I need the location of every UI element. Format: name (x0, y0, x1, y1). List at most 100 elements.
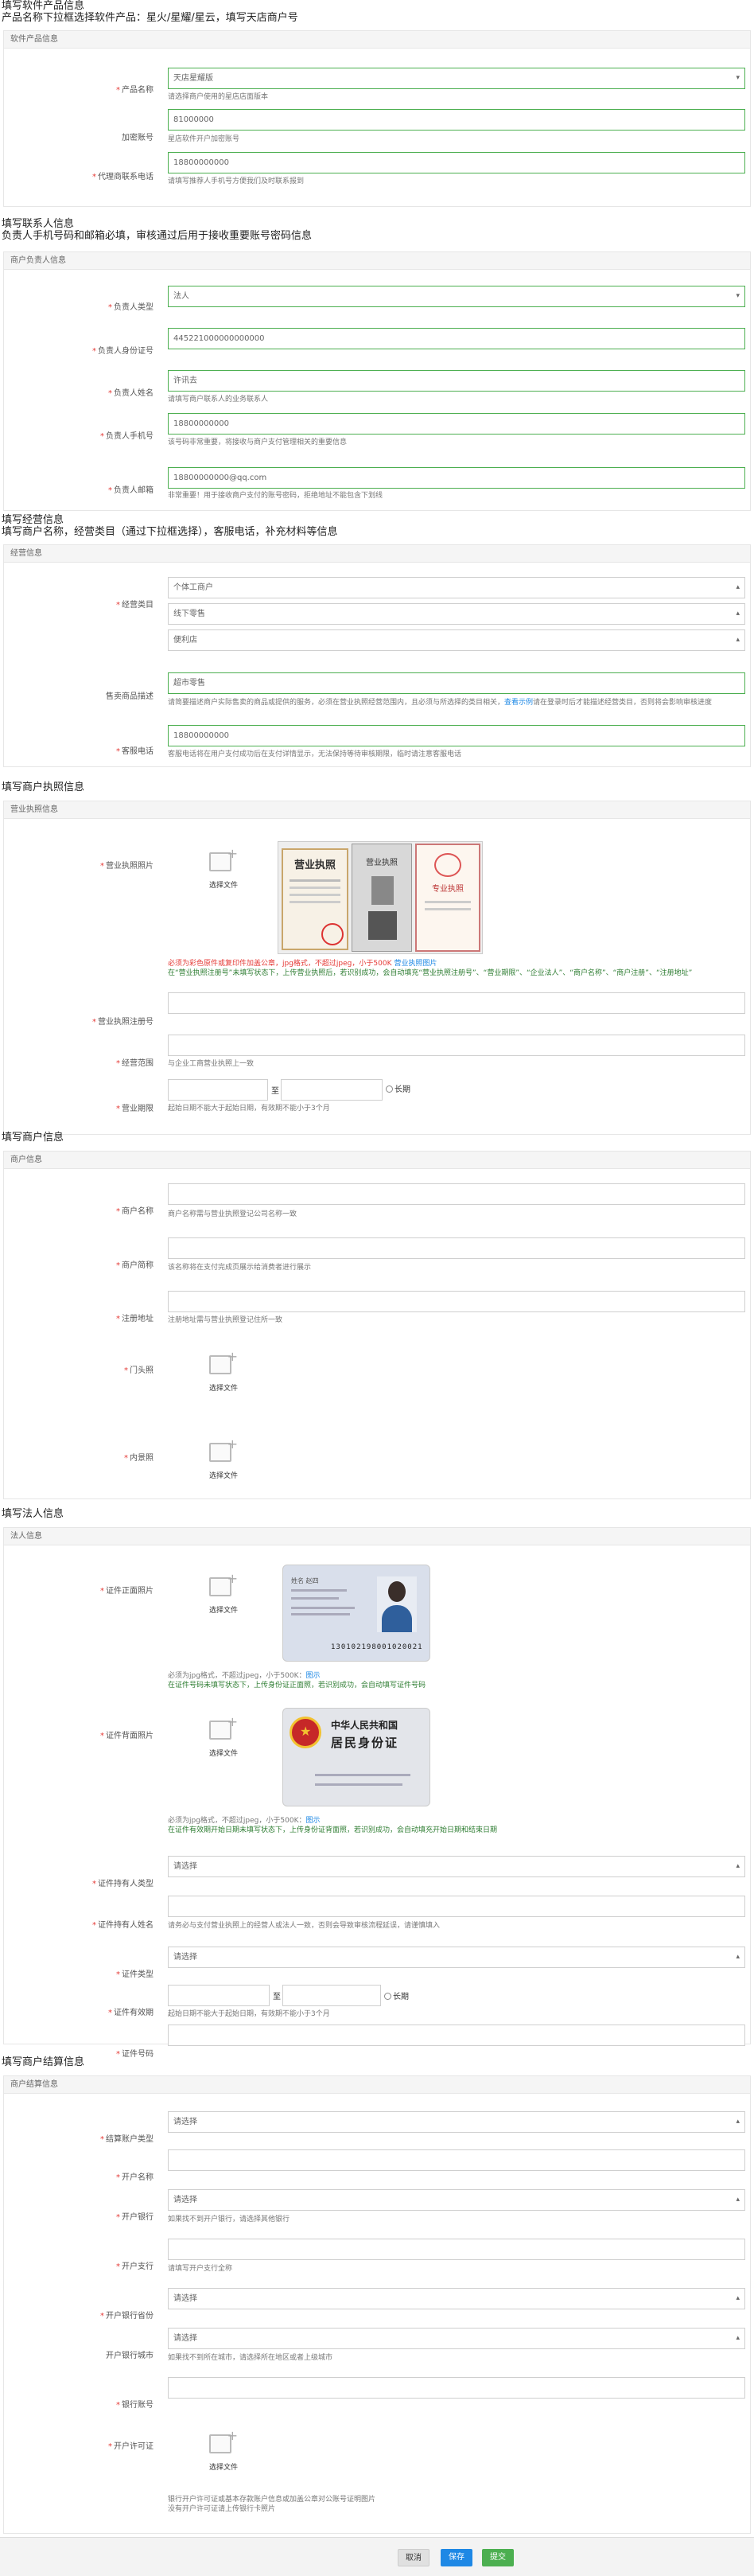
contact-panel: 商户负责人信息 *负责人类型 法人 *负责人身份证号 4452210000000… (3, 251, 751, 511)
long-term-checkbox[interactable]: 长期 (384, 1989, 409, 2001)
bank-city-select[interactable]: 请选择 (168, 2328, 745, 2349)
field-label: 银行账号 (122, 2401, 154, 2410)
contact-phone-input[interactable]: 18800000000 (168, 413, 745, 435)
storefront-upload[interactable]: + 选择文件 (201, 1350, 246, 1400)
settle-account-type-select[interactable]: 请选择 (168, 2111, 745, 2133)
panel-header: 商户信息 (4, 1152, 750, 1169)
id-end-date-input[interactable] (282, 1985, 381, 2006)
register-address-hint: 注册地址需与营业执照登记住所一致 (168, 1316, 283, 1324)
account-name-input[interactable] (168, 2149, 745, 2171)
choose-file-button[interactable]: 选择文件 (201, 1604, 246, 1615)
license-panel: 营业执照信息 * 营业执照照片 + 选择文件 营业执照 营业执照 专业执照 必须… (3, 801, 751, 1135)
contact-type-select[interactable]: 法人 (168, 286, 745, 307)
field-label: 代理商联系电话 (98, 173, 154, 181)
choose-file-button[interactable]: 选择文件 (201, 879, 246, 890)
legal-panel: 法人信息 * 证件正面照片 + 选择文件 姓名 赵四 13010219800102… (3, 1527, 751, 2059)
field-label: 负责人姓名 (114, 389, 154, 398)
example-link[interactable]: 查看示例 (504, 699, 533, 707)
field-label: 开户名称 (122, 2173, 154, 2182)
bank-branch-hint: 请填写开户支行全称 (168, 2265, 233, 2273)
merchant-name-input[interactable] (168, 1183, 745, 1205)
license-sample-image: 营业执照 营业执照 专业执照 (278, 841, 483, 954)
id-front-upload[interactable]: + 选择文件 (201, 1572, 246, 1622)
bank-select[interactable]: 请选择 (168, 2189, 745, 2211)
choose-file-button[interactable]: 选择文件 (201, 1470, 246, 1480)
business-category-select-1[interactable]: 个体工商户 (168, 577, 745, 598)
register-address-input[interactable] (168, 1291, 745, 1312)
id-front-hint-green: 在证件号码未填写状态下，上传身份证正面照，若识别成功，会自动填写证件号码 (168, 1682, 426, 1689)
save-button[interactable]: 保存 (441, 2549, 472, 2566)
field-label: 注册地址 (122, 1315, 154, 1323)
field-label: 证件正面照片 (106, 1587, 154, 1596)
contact-id-input[interactable]: 445221000000000000 (168, 328, 745, 349)
license-upload[interactable]: + 选择文件 (201, 848, 246, 897)
license-big-title: 营业执照 (293, 859, 336, 871)
field-label: 负责人类型 (114, 303, 154, 312)
merchant-short-name-input[interactable] (168, 1237, 745, 1259)
encrypt-account-input[interactable]: 81000000 (168, 109, 745, 131)
section-contact: 填写联系人信息 负责人手机号码和邮箱必填，审核通过后用于接收重要账号密码信息 商… (0, 218, 754, 511)
bank-branch-input[interactable] (168, 2239, 745, 2260)
bank-account-input[interactable] (168, 2377, 745, 2399)
section-title: 填写商户结算信息 (2, 2056, 85, 2068)
field-label: 开户许可证 (114, 2442, 154, 2451)
interior-upload[interactable]: + 选择文件 (201, 1438, 246, 1487)
business-category-select-3[interactable]: 便利店 (168, 629, 745, 651)
cancel-button[interactable]: 取消 (398, 2549, 429, 2566)
long-term-checkbox[interactable]: 长期 (386, 1082, 410, 1094)
field-label: 门头照 (130, 1366, 154, 1375)
section-settlement: 填写商户结算信息 商户结算信息 *结算账户类型 请选择 *开户名称 *开户银行 … (0, 2056, 754, 2534)
business-scope-input[interactable] (168, 1035, 745, 1056)
emblem-icon: ★ (290, 1717, 321, 1748)
contact-phone-hint: 该号码非常重要，将接收与商户支付管理相关的重要信息 (168, 438, 348, 446)
panel-header: 经营信息 (4, 545, 750, 563)
section-subtitle: 填写商户名称，经营类目（通过下拉框选择），客服电话，补充材料等信息 (2, 526, 338, 538)
encrypt-account-hint: 星店软件开户加密账号 (168, 135, 240, 143)
id-back-upload[interactable]: + 选择文件 (201, 1716, 246, 1765)
image-add-icon: + (209, 1572, 238, 1596)
id-number-input[interactable] (168, 2025, 745, 2046)
section-subtitle: 产品名称下拉框选择软件产品：星火/星耀/星云，填写天店商户号 (2, 12, 298, 24)
goods-desc-input[interactable]: 超市零售 (168, 672, 745, 694)
id-name: 赵四 (305, 1577, 319, 1584)
field-label: 负责人身份证号 (98, 347, 154, 356)
service-phone-input[interactable]: 18800000000 (168, 725, 745, 746)
product-hint: 请选择商户使用的星店店面版本 (168, 93, 269, 101)
field-label: 营业执照照片 (106, 862, 154, 871)
choose-file-button[interactable]: 选择文件 (201, 1748, 246, 1758)
license-end-date-input[interactable] (281, 1079, 383, 1101)
bank-hint: 如果找不到开户银行，请选择其他银行 (168, 2216, 290, 2223)
contact-name-input[interactable]: 许讯去 (168, 370, 745, 392)
contact-email-input[interactable]: 18800000000@qq.com (168, 467, 745, 489)
agent-phone-input[interactable]: 18800000000 (168, 152, 745, 173)
field-label: 证件类型 (122, 1970, 154, 1979)
id-holder-name-input[interactable] (168, 1896, 745, 1917)
submit-button[interactable]: 提交 (482, 2549, 514, 2566)
business-panel: 经营信息 *经营类目 个体工商户 线下零售 便利店 售卖商品描述 超市零售 请简… (3, 544, 751, 767)
field-label: 开户银行城市 (106, 2352, 154, 2360)
bank-province-select[interactable]: 请选择 (168, 2288, 745, 2309)
image-add-icon: + (209, 1350, 238, 1374)
account-license-hint-2: 没有开户许可证请上传银行卡照片 (168, 2505, 276, 2513)
section-legal: 填写法人信息 法人信息 * 证件正面照片 + 选择文件 姓名 赵四 1301021… (0, 1508, 754, 2059)
choose-file-button[interactable]: 选择文件 (201, 1382, 246, 1393)
image-add-icon: + (209, 848, 238, 871)
field-label: 加密账号 (122, 134, 154, 142)
choose-file-button[interactable]: 选择文件 (201, 2461, 246, 2472)
license-number-input[interactable] (168, 992, 745, 1014)
account-license-upload[interactable]: + 选择文件 (201, 2430, 246, 2479)
id-start-date-input[interactable] (168, 1985, 270, 2006)
business-category-select-2[interactable]: 线下零售 (168, 603, 745, 625)
id-holder-type-select[interactable]: 请选择 (168, 1856, 745, 1877)
image-add-icon: + (209, 2430, 238, 2453)
contact-name-hint: 请填写商户联系人的业务联系人 (168, 396, 269, 403)
field-label: 经营类目 (122, 601, 154, 610)
business-scope-hint: 与企业工商营业执照上一致 (168, 1060, 255, 1068)
license-start-date-input[interactable] (168, 1079, 268, 1101)
license-period-hint: 起始日期不能大于起始日期，有效期不能小于3个月 (168, 1105, 330, 1113)
id-type-select[interactable]: 请选择 (168, 1947, 745, 1968)
product-select[interactable]: 天店星耀版 (168, 68, 745, 89)
panel-header: 营业执照信息 (4, 801, 750, 819)
section-subtitle: 负责人手机号码和邮箱必填，审核通过后用于接收重要账号密码信息 (2, 230, 313, 242)
field-label: 结算账户类型 (106, 2135, 154, 2144)
